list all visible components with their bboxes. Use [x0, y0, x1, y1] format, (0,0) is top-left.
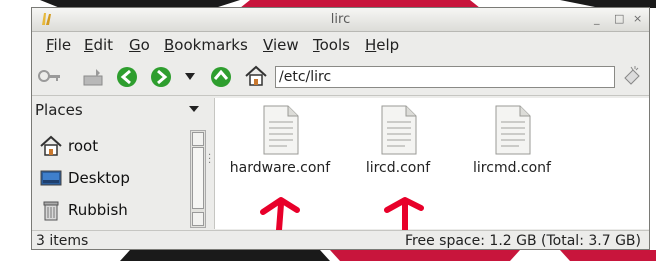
toolbar: /etc/lirc [32, 58, 649, 92]
back-icon[interactable] [116, 66, 138, 88]
location-input[interactable]: /etc/lirc [275, 66, 615, 88]
item-count: 3 items [36, 233, 89, 249]
file-item-lircd-conf[interactable]: lircd.conf [343, 104, 453, 176]
sidebar-item-rubbish[interactable]: Rubbish [32, 195, 188, 225]
menu-edit[interactable]: Edit [84, 36, 113, 54]
text-file-icon [263, 105, 299, 155]
maximize-button[interactable]: □ [614, 12, 624, 26]
up-icon[interactable] [210, 66, 232, 88]
file-name: hardware.conf [229, 160, 331, 176]
trash-icon [43, 201, 59, 221]
close-button[interactable]: × [633, 12, 642, 26]
sidebar-item-root[interactable]: root [32, 131, 188, 161]
status-bar: 3 items Free space: 1.2 GB (Total: 3.7 G… [32, 230, 649, 249]
window-title: lirc [330, 12, 351, 27]
file-item-lircmd-conf[interactable]: lircmd.conf [457, 104, 567, 176]
scroll-thumb[interactable] [192, 147, 204, 209]
new-folder-icon[interactable] [82, 67, 104, 87]
file-name: lircd.conf [365, 160, 431, 176]
toolbar-divider [32, 95, 649, 96]
text-file-icon [495, 105, 531, 155]
file-item-hardware-conf[interactable]: hardware.conf [225, 104, 335, 176]
sidebar-scrollbar[interactable] [190, 130, 206, 228]
menu-tools[interactable]: Tools [313, 36, 350, 54]
scroll-down-button[interactable] [192, 212, 204, 226]
menu-help[interactable]: Help [365, 36, 399, 54]
menu-go[interactable]: Go [129, 36, 150, 54]
home-icon[interactable] [244, 65, 268, 87]
key-icon[interactable] [38, 68, 64, 84]
pane-splitter-handle[interactable]: · · · [208, 151, 211, 169]
sidebar-item-desktop[interactable]: Desktop [32, 163, 188, 193]
text-file-icon [381, 105, 417, 155]
history-dropdown-icon[interactable] [185, 73, 195, 81]
annotation-arrow-hardware [260, 197, 300, 232]
clear-location-icon[interactable] [621, 64, 643, 88]
places-header[interactable]: Places [35, 101, 83, 119]
menu-file[interactable]: File [46, 36, 71, 54]
places-sidebar: Places root Desktop Rubbish [32, 98, 207, 229]
sidebar-item-label: Rubbish [68, 201, 128, 219]
places-dropdown-icon[interactable] [189, 106, 199, 112]
scroll-up-button[interactable] [192, 132, 204, 146]
sidebar-item-label: Desktop [68, 169, 130, 187]
menu-view[interactable]: View [263, 36, 299, 54]
minimize-button[interactable]: _ [594, 12, 600, 26]
file-view: hardware.conf lircd.conf lircmd.conf [214, 98, 649, 232]
title-bar[interactable]: lirc _ □ × [32, 8, 649, 32]
desktop-icon [40, 170, 62, 186]
file-manager-window: lirc _ □ × File Edit Go Bookmarks View T… [31, 7, 650, 250]
menu-bookmarks[interactable]: Bookmarks [164, 36, 248, 54]
forward-icon[interactable] [150, 66, 172, 88]
menu-bar: File Edit Go Bookmarks View Tools Help [32, 32, 649, 56]
free-space: Free space: 1.2 GB (Total: 3.7 GB) [405, 233, 641, 249]
home-icon [40, 135, 62, 156]
file-name: lircmd.conf [473, 160, 551, 176]
annotation-arrow-lircd [384, 197, 424, 232]
sidebar-item-label: root [68, 137, 99, 155]
